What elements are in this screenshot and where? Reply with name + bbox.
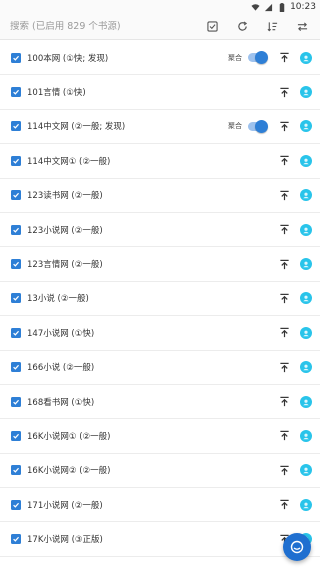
source-avatar[interactable] bbox=[300, 395, 312, 408]
move-to-top-icon[interactable] bbox=[276, 394, 292, 410]
source-name: 16K小说网① (②一般) bbox=[27, 431, 111, 442]
source-row[interactable]: 16K小说网② (②一般) bbox=[0, 454, 320, 489]
source-name: 123小说网 (②一般) bbox=[27, 225, 103, 236]
source-checkbox[interactable] bbox=[11, 430, 21, 441]
source-row[interactable]: 123小说网 (②一般) bbox=[0, 213, 320, 248]
search-input[interactable] bbox=[10, 21, 194, 32]
source-row[interactable]: 123言情网 (②一般) bbox=[0, 247, 320, 282]
source-checkbox[interactable] bbox=[11, 293, 21, 304]
status-time: 10:23 bbox=[290, 2, 316, 12]
source-checkbox[interactable] bbox=[11, 155, 21, 166]
source-avatar[interactable] bbox=[300, 189, 312, 202]
source-name: 171小说网 (②一般) bbox=[27, 500, 103, 511]
source-avatar[interactable] bbox=[300, 258, 312, 271]
source-name: 114中文网① (②一般) bbox=[27, 156, 111, 167]
source-name: 100本网 (①快; 发现) bbox=[27, 53, 109, 64]
aggregate-toggle[interactable] bbox=[248, 51, 268, 65]
source-avatar[interactable] bbox=[300, 120, 312, 133]
source-row[interactable]: 123读书网 (②一般) bbox=[0, 179, 320, 213]
move-to-top-icon[interactable] bbox=[276, 462, 292, 478]
top-toolbar bbox=[0, 14, 320, 40]
select-all-icon[interactable] bbox=[200, 16, 224, 38]
source-row[interactable]: 100本网 (①快; 发现) 聚合 bbox=[0, 41, 320, 76]
source-avatar[interactable] bbox=[300, 154, 312, 167]
move-to-top-icon[interactable] bbox=[276, 325, 292, 341]
source-avatar[interactable] bbox=[300, 464, 312, 477]
source-name: 168看书网 (①快) bbox=[27, 397, 95, 408]
source-name: 17K小说网 (③正版) bbox=[27, 535, 103, 546]
source-name: 123读书网 (②一般) bbox=[27, 191, 103, 202]
source-checkbox[interactable] bbox=[11, 499, 21, 510]
source-checkbox[interactable] bbox=[11, 259, 21, 270]
source-avatar[interactable] bbox=[300, 51, 312, 64]
source-list: 100本网 (①快; 发现) 聚合 101言情 (①快) 114中文网 (②一般… bbox=[0, 41, 320, 569]
source-avatar[interactable] bbox=[300, 86, 312, 99]
source-name: 123言情网 (②一般) bbox=[27, 260, 103, 271]
source-checkbox[interactable] bbox=[11, 396, 21, 407]
source-row[interactable]: 101言情 (①快) bbox=[0, 75, 320, 110]
aggregate-toggle[interactable] bbox=[248, 119, 268, 133]
source-row[interactable]: 114中文网① (②一般) bbox=[0, 144, 320, 179]
aggregate-label: 聚合 bbox=[228, 122, 242, 131]
source-checkbox[interactable] bbox=[11, 52, 21, 63]
source-checkbox[interactable] bbox=[11, 534, 21, 545]
move-to-top-icon[interactable] bbox=[276, 153, 292, 169]
move-to-top-icon[interactable] bbox=[276, 497, 292, 513]
source-checkbox[interactable] bbox=[11, 465, 21, 476]
source-avatar[interactable] bbox=[300, 498, 312, 511]
source-checkbox[interactable] bbox=[11, 362, 21, 373]
more-icon[interactable] bbox=[290, 16, 314, 38]
move-to-top-icon[interactable] bbox=[276, 256, 292, 272]
move-to-top-icon[interactable] bbox=[276, 50, 292, 66]
source-row[interactable]: 13小说 (②一般) bbox=[0, 282, 320, 317]
source-name: 147小说网 (①快) bbox=[27, 328, 95, 339]
source-name: 101言情 (①快) bbox=[27, 88, 86, 99]
source-checkbox[interactable] bbox=[11, 327, 21, 338]
refresh-icon[interactable] bbox=[230, 16, 254, 38]
floating-action-button[interactable] bbox=[283, 533, 311, 561]
move-to-top-icon[interactable] bbox=[276, 359, 292, 375]
source-name: 114中文网 (②一般; 发现) bbox=[27, 122, 126, 133]
source-row[interactable]: 114中文网 (②一般; 发现) 聚合 bbox=[0, 110, 320, 145]
source-name: 166小说 (②一般) bbox=[27, 363, 95, 374]
source-checkbox[interactable] bbox=[11, 87, 21, 98]
source-row[interactable]: 17K小说网 (③正版) bbox=[0, 522, 320, 557]
source-row[interactable]: 166小说 (②一般) bbox=[0, 351, 320, 385]
source-row[interactable]: 171小说网 (②一般) bbox=[0, 488, 320, 523]
source-avatar[interactable] bbox=[300, 361, 312, 374]
source-avatar[interactable] bbox=[300, 223, 312, 236]
move-to-top-icon[interactable] bbox=[276, 222, 292, 238]
toggle-knob bbox=[255, 119, 268, 133]
source-checkbox[interactable] bbox=[11, 190, 21, 201]
bookshelf-icon bbox=[290, 540, 304, 554]
sort-icon[interactable] bbox=[260, 16, 284, 38]
toggle-knob bbox=[255, 51, 268, 65]
source-avatar[interactable] bbox=[300, 326, 312, 339]
source-name: 16K小说网② (②一般) bbox=[27, 466, 111, 477]
signal-icon bbox=[264, 3, 273, 12]
move-to-top-icon[interactable] bbox=[276, 118, 292, 134]
move-to-top-icon[interactable] bbox=[276, 428, 292, 444]
wifi-icon bbox=[251, 3, 260, 12]
source-row[interactable]: 168看书网 (①快) bbox=[0, 385, 320, 420]
source-avatar[interactable] bbox=[300, 292, 312, 305]
move-to-top-icon[interactable] bbox=[276, 187, 292, 203]
source-avatar[interactable] bbox=[300, 429, 312, 442]
source-row[interactable]: 16K小说网① (②一般) bbox=[0, 419, 320, 454]
battery-icon bbox=[277, 2, 286, 12]
move-to-top-icon[interactable] bbox=[276, 84, 292, 100]
move-to-top-icon[interactable] bbox=[276, 290, 292, 306]
source-checkbox[interactable] bbox=[11, 224, 21, 235]
source-row[interactable]: 147小说网 (①快) bbox=[0, 316, 320, 351]
source-name: 13小说 (②一般) bbox=[27, 294, 89, 305]
aggregate-label: 聚合 bbox=[228, 53, 242, 62]
source-checkbox[interactable] bbox=[11, 121, 21, 132]
status-bar: 10:23 bbox=[0, 0, 320, 14]
